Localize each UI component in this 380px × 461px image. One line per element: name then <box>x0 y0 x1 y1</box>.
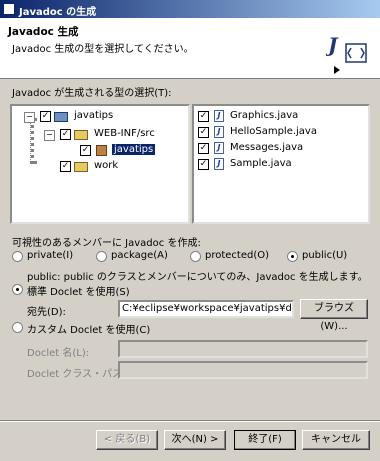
webinf-checkbox[interactable]: ✓ <box>60 129 71 140</box>
finish-button[interactable]: 終了(F) <box>234 430 296 450</box>
tree-root-label[interactable]: javatips <box>74 110 113 121</box>
package-radio[interactable] <box>96 251 107 262</box>
java-file-icon: J <box>214 158 224 170</box>
java-file-icon: J <box>214 142 224 154</box>
file-checkbox[interactable]: ✓ <box>198 111 209 122</box>
file-checkbox[interactable]: ✓ <box>198 159 209 170</box>
file-label: Sample.java <box>230 158 292 169</box>
tree-work-label[interactable]: work <box>94 160 118 171</box>
window-title: Javadoc の生成 <box>19 7 97 18</box>
folder-icon <box>74 162 88 172</box>
java-file-icon: J <box>214 126 224 138</box>
work-checkbox[interactable]: ✓ <box>60 161 71 172</box>
collapse-toggle[interactable]: − <box>44 130 55 141</box>
standard-doclet-radio[interactable] <box>12 284 23 295</box>
visibility-label: 可視性のあるメンバーに Javadoc を作成: <box>12 238 201 249</box>
custom-doclet-radio[interactable] <box>12 322 23 333</box>
types-label: Javadoc が生成される型の選択(T): <box>12 88 172 99</box>
dest-label: 宛先(D): <box>27 307 66 318</box>
banner-heading: Javadoc 生成 <box>8 26 79 38</box>
private-label[interactable]: private(I) <box>27 250 73 261</box>
root-checkbox[interactable]: ✓ <box>40 111 51 122</box>
folder-icon <box>74 130 88 140</box>
wizard-banner: Javadoc 生成 Javadoc 生成の型を選択してください。 J <box>0 18 380 79</box>
file-list[interactable]: ✓ J Graphics.java ✓ J HelloSample.java ✓… <box>192 104 370 224</box>
public-label[interactable]: public(U) <box>302 250 347 261</box>
tree-package-label[interactable]: javatips <box>112 144 156 155</box>
public-radio[interactable] <box>287 251 298 262</box>
protected-label[interactable]: protected(O) <box>205 250 269 261</box>
standard-doclet-label[interactable]: 標準 Doclet を使用(S) <box>27 283 130 298</box>
protected-radio[interactable] <box>190 251 201 262</box>
package-icon <box>96 145 107 156</box>
visibility-description: public: public のクラスとメンバーについてのみ、Javadoc を… <box>27 272 368 283</box>
cancel-button[interactable]: キャンセル <box>302 430 370 450</box>
file-label: Messages.java <box>230 142 304 153</box>
doclet-name-label: Doclet 名(L): <box>27 348 90 359</box>
dest-input[interactable]: C:¥eclipse¥workspace¥javatips¥doc <box>118 300 294 318</box>
collapse-toggle[interactable]: − <box>24 112 35 123</box>
title-bar: Javadoc の生成 <box>0 0 380 18</box>
banner-description: Javadoc 生成の型を選択してください。 <box>12 44 194 55</box>
project-icon <box>54 112 68 122</box>
file-checkbox[interactable]: ✓ <box>198 143 209 154</box>
file-label: Graphics.java <box>230 110 299 121</box>
java-file-icon: J <box>214 110 224 122</box>
tree-line <box>30 118 34 164</box>
tree-webinf-label[interactable]: WEB-INF/src <box>94 128 155 139</box>
file-checkbox[interactable]: ✓ <box>198 127 209 138</box>
back-button[interactable]: < 戻る(B) <box>96 430 158 450</box>
package-label[interactable]: package(A) <box>111 250 168 261</box>
custom-doclet-label[interactable]: カスタム Doclet を使用(C) <box>27 321 150 336</box>
window-icon <box>3 3 15 15</box>
browse-button[interactable]: ブラウズ(W)... <box>300 299 368 332</box>
button-separator <box>0 420 380 422</box>
file-label: HelloSample.java <box>230 126 317 137</box>
doclet-path-input[interactable] <box>118 361 368 379</box>
javadoc-wizard-icon: J <box>326 33 367 74</box>
package-checkbox[interactable]: ✓ <box>80 145 91 156</box>
next-button[interactable]: 次へ(N) > <box>164 430 226 450</box>
doclet-name-input[interactable] <box>118 340 368 358</box>
svg-text:J: J <box>326 33 339 57</box>
private-radio[interactable] <box>12 251 23 262</box>
type-tree[interactable]: − ✓ javatips − ✓ WEB-INF/src ✓ javatips … <box>10 104 190 224</box>
